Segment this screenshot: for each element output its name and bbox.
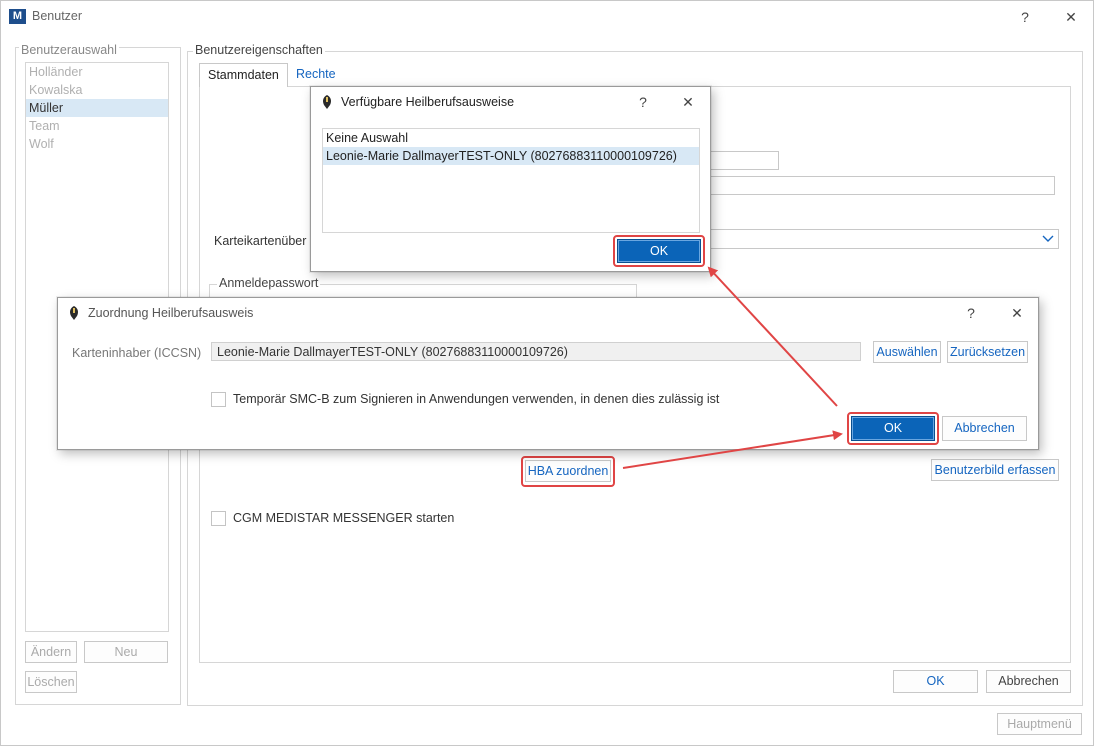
annotation-arrows — [622, 266, 843, 469]
benutzer-window: M Benutzer ? ✕ Benutzerauswahl Holländer… — [0, 0, 1094, 746]
arrow-to-hba-ok — [707, 266, 838, 407]
arrow-to-assign-ok — [622, 430, 843, 469]
